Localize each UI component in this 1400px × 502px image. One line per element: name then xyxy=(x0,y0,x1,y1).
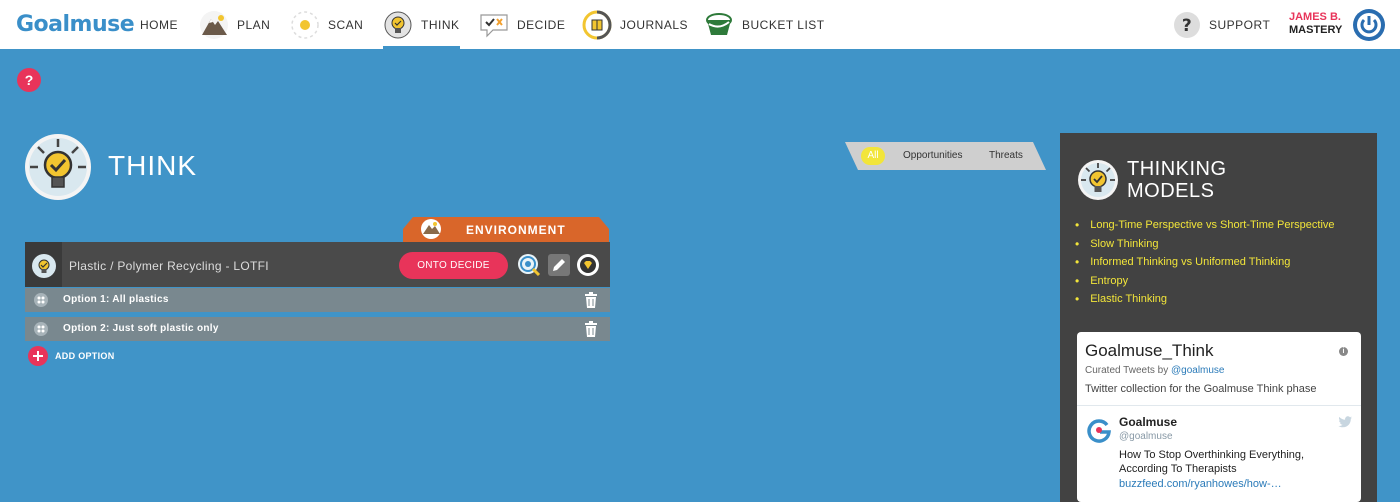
nav-bucket-list[interactable]: BUCKET LIST xyxy=(704,0,825,49)
panel-title: THINKING MODELS xyxy=(1127,158,1227,202)
lightbulb-icon xyxy=(32,254,56,278)
edit-pencil-icon[interactable] xyxy=(547,253,571,277)
thinking-model-label: Informed Thinking vs Uniformed Thinking xyxy=(1090,256,1291,268)
check-x-icon xyxy=(480,13,508,37)
page-title: THINK xyxy=(108,150,197,181)
tweet-handle[interactable]: @goalmuse xyxy=(1119,431,1173,442)
thinking-model-item[interactable]: Long-Time Perspective vs Short-Time Pers… xyxy=(1075,218,1335,237)
tweet-link[interactable]: buzzfeed.com/ryanhowes/how-… xyxy=(1119,478,1282,490)
top-nav-bar: Goalmuse HOME PLAN SCAN THINK DECIDE JOU… xyxy=(0,0,1400,49)
tweet-author[interactable]: Goalmuse xyxy=(1119,415,1177,429)
twitter-collection-name[interactable]: Goalmuse_Think xyxy=(1085,341,1214,361)
filter-all[interactable]: All xyxy=(861,147,885,165)
user-name[interactable]: JAMES B. MASTERY xyxy=(1289,11,1342,37)
nav-think-label: THINK xyxy=(421,17,460,32)
option-bullet-icon xyxy=(34,322,48,336)
help-button[interactable]: ? xyxy=(17,68,41,92)
thinking-model-item[interactable]: Entropy xyxy=(1075,274,1335,293)
nav-support[interactable]: ? SUPPORT xyxy=(1173,0,1270,49)
info-icon[interactable]: i xyxy=(1339,347,1348,356)
user-first-name: JAMES B. xyxy=(1289,11,1341,23)
svg-text:?: ? xyxy=(1182,16,1192,36)
option-bullet-icon xyxy=(34,293,48,307)
nav-plan-label: PLAN xyxy=(237,17,271,32)
twitter-curator-handle[interactable]: @goalmuse xyxy=(1171,365,1225,376)
environment-icon xyxy=(421,219,441,239)
nav-home-label: HOME xyxy=(140,17,178,32)
filter-opportunities[interactable]: Opportunities xyxy=(903,150,962,161)
goalmuse-avatar-icon[interactable] xyxy=(1086,417,1112,443)
twitter-bird-icon[interactable] xyxy=(1338,416,1352,428)
think-lightbulb-icon xyxy=(25,134,91,200)
panel-title-line-2: MODELS xyxy=(1127,180,1215,202)
nav-scan-label: SCAN xyxy=(328,17,364,32)
lightbulb-icon xyxy=(1078,160,1118,200)
category-label: ENVIRONMENT xyxy=(466,223,566,237)
thinking-models-list: Long-Time Perspective vs Short-Time Pers… xyxy=(1075,218,1335,311)
trash-icon[interactable] xyxy=(584,292,598,308)
nav-support-label: SUPPORT xyxy=(1209,17,1271,32)
onto-decide-button[interactable]: ONTO DECIDE xyxy=(399,252,508,279)
twitter-collection-description: Twitter collection for the Goalmuse Thin… xyxy=(1085,383,1317,395)
nav-home[interactable]: HOME xyxy=(140,0,178,49)
nav-journals-label: JOURNALS xyxy=(620,17,689,32)
decision-title[interactable]: Plastic / Polymer Recycling - LOTFI xyxy=(69,259,269,273)
goalmuse-logo[interactable]: Goalmuse xyxy=(16,12,135,37)
thinking-model-label: Elastic Thinking xyxy=(1090,293,1168,305)
thinking-model-label: Entropy xyxy=(1090,274,1129,287)
nav-bucket-list-label: BUCKET LIST xyxy=(742,17,825,32)
thinking-model-item[interactable]: Slow Thinking xyxy=(1075,237,1335,256)
thinking-model-item[interactable]: Informed Thinking vs Uniformed Thinking xyxy=(1075,255,1335,274)
journal-icon xyxy=(582,10,612,39)
sun-icon xyxy=(291,10,319,39)
nav-decide-label: DECIDE xyxy=(517,17,566,32)
option-row[interactable]: Option 1: All plastics xyxy=(25,288,610,312)
question-mark-icon: ? xyxy=(1174,11,1200,38)
thinking-model-label: Long-Time Perspective vs Short-Time Pers… xyxy=(1090,219,1335,231)
target-search-icon[interactable] xyxy=(517,253,541,277)
bucket-icon xyxy=(706,12,732,35)
filter-tabs: All Opportunities Threats xyxy=(845,142,1046,170)
twitter-curated-by: Curated Tweets by @goalmuse xyxy=(1085,365,1225,376)
user-last-name: MASTERY xyxy=(1289,24,1343,36)
filter-threats[interactable]: Threats xyxy=(989,150,1023,161)
divider xyxy=(1077,405,1361,406)
nav-plan[interactable]: PLAN xyxy=(199,0,270,49)
thinking-model-label: Slow Thinking xyxy=(1090,237,1159,250)
lightbulb-icon xyxy=(384,11,412,38)
power-icon[interactable] xyxy=(1352,8,1386,42)
nav-journals[interactable]: JOURNALS xyxy=(582,0,688,49)
option-label: Option 1: All plastics xyxy=(63,294,169,305)
trash-icon[interactable] xyxy=(584,321,598,337)
option-label: Option 2: Just soft plastic only xyxy=(63,323,219,334)
tweet-text: How To Stop Overthinking Everything, Acc… xyxy=(1119,449,1305,475)
add-option-button[interactable]: ADD OPTION xyxy=(28,346,115,366)
nav-scan[interactable]: SCAN xyxy=(290,0,363,49)
nav-decide[interactable]: DECIDE xyxy=(479,0,565,49)
panel-title-line-1: THINKING xyxy=(1127,158,1227,180)
plus-icon xyxy=(28,346,48,366)
nav-think[interactable]: THINK xyxy=(383,0,460,49)
option-row[interactable]: Option 2: Just soft plastic only xyxy=(25,317,610,341)
diamond-badge-icon[interactable] xyxy=(576,253,600,277)
twitter-collection-embed: Goalmuse_Think i Curated Tweets by @goal… xyxy=(1077,332,1361,502)
twitter-curated-prefix: Curated Tweets by xyxy=(1085,365,1171,376)
mountain-icon xyxy=(200,10,228,39)
thinking-model-item[interactable]: Elastic Thinking xyxy=(1075,292,1335,311)
add-option-label: ADD OPTION xyxy=(55,351,115,361)
